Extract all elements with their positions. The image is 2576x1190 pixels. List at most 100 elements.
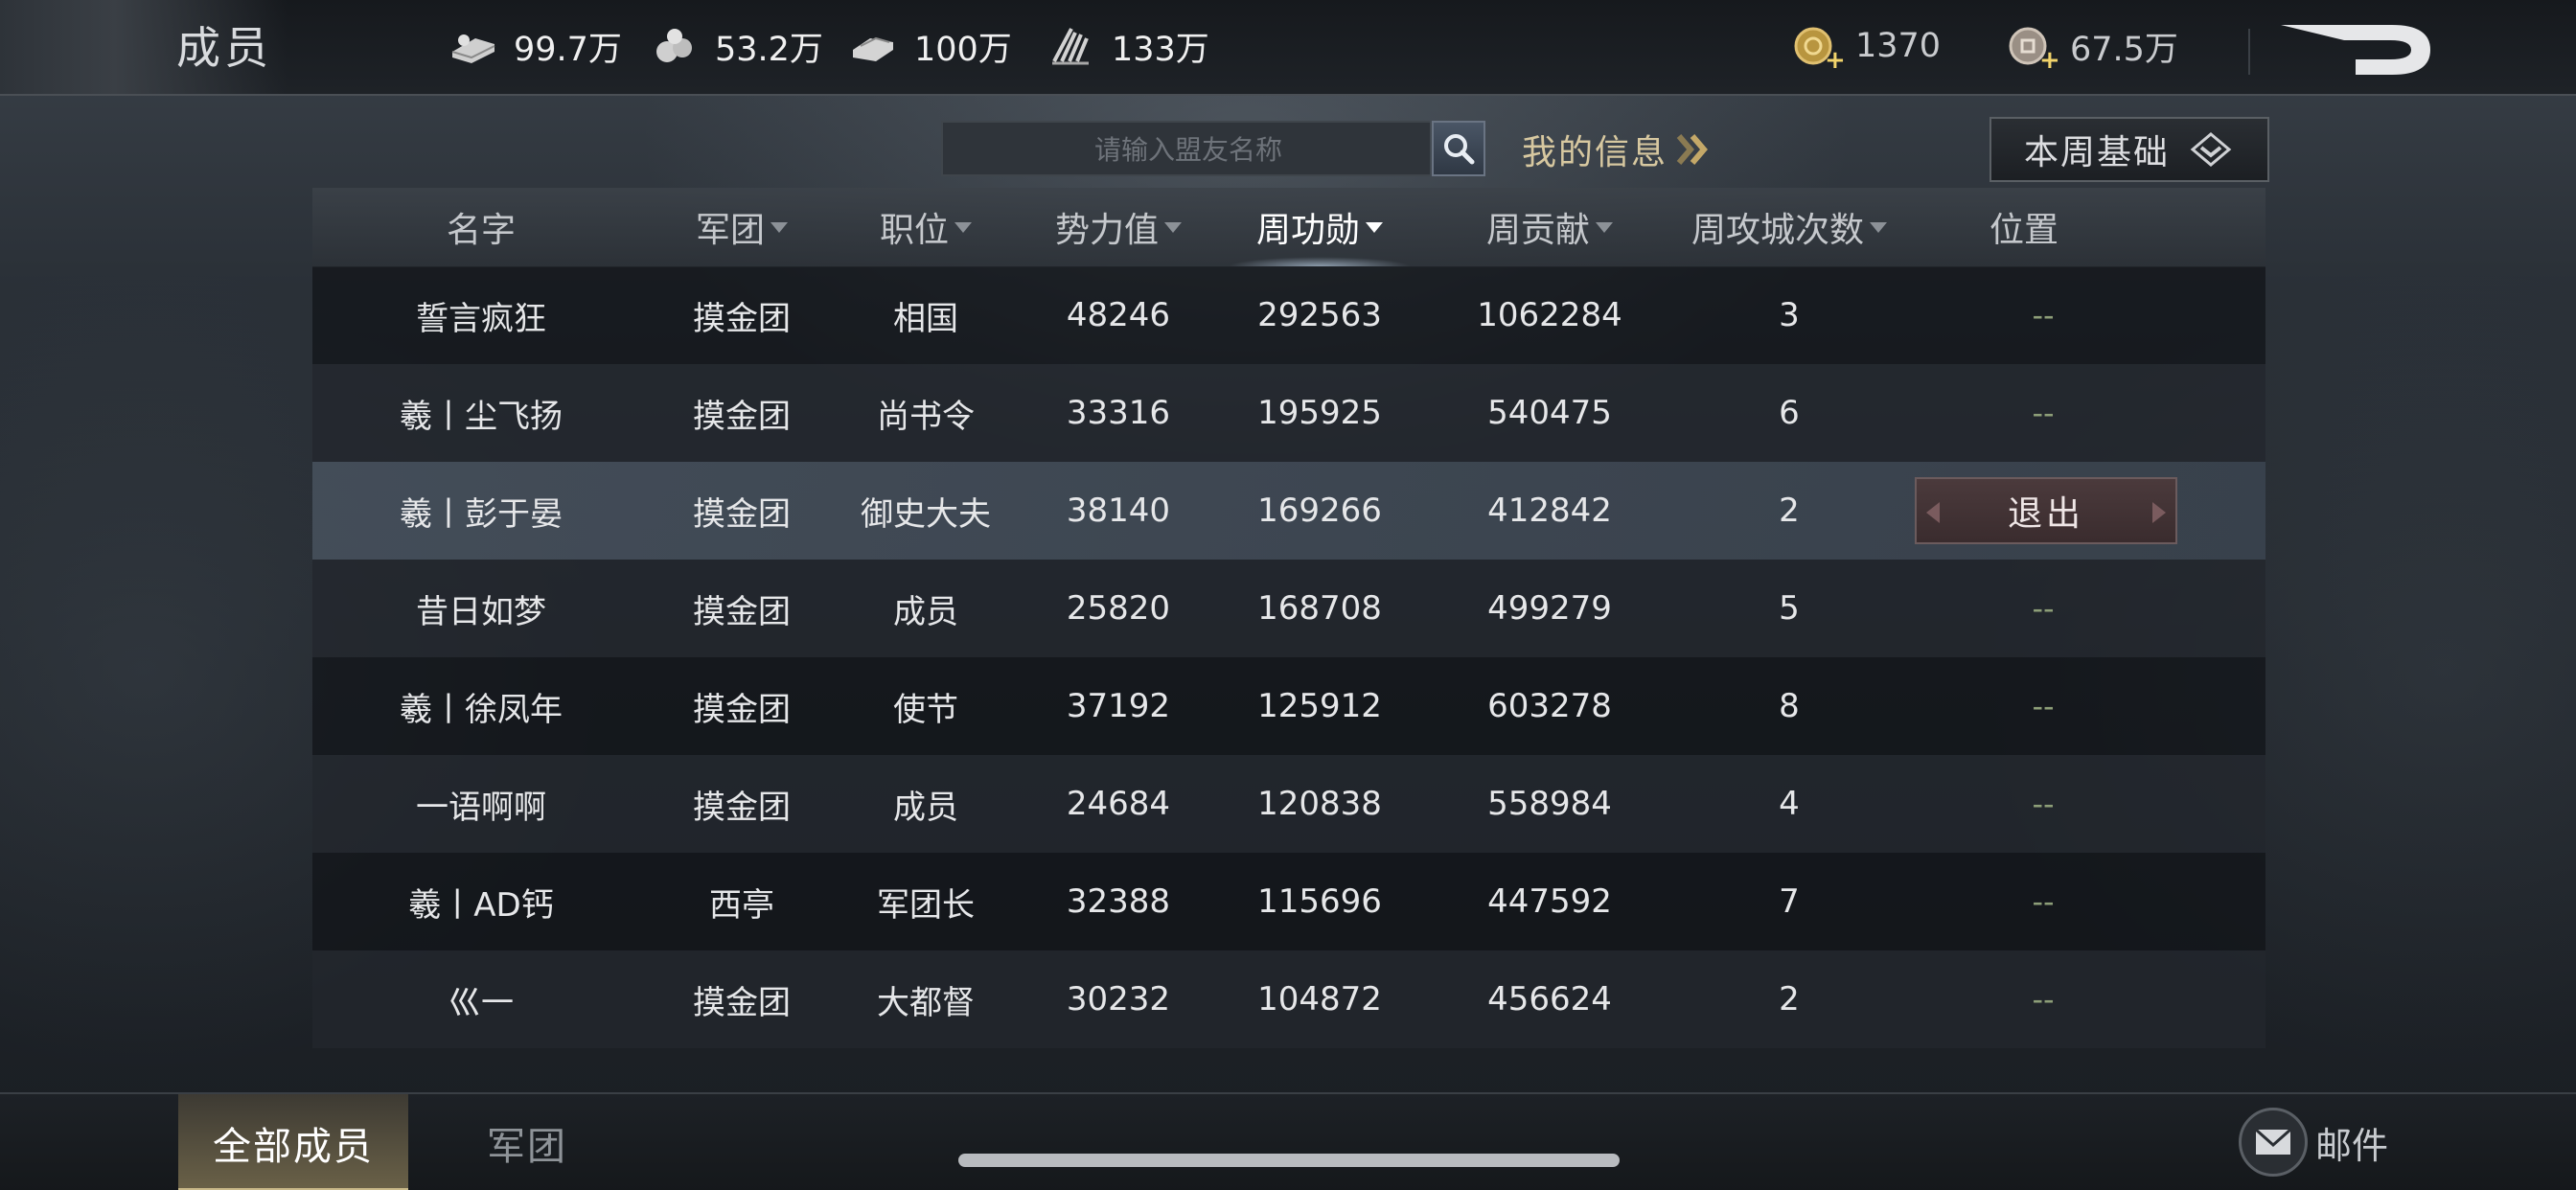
search-button[interactable] bbox=[1432, 121, 1485, 176]
cell-name: 巛一 bbox=[448, 983, 514, 1022]
plus-icon: + bbox=[2039, 46, 2060, 75]
back-button[interactable] bbox=[2277, 19, 2440, 80]
week-filter-dropdown[interactable]: 本周基础 bbox=[1990, 117, 2269, 182]
cell-position: -- bbox=[2032, 688, 2055, 724]
resource-iron[interactable]: 100万 bbox=[847, 17, 1012, 75]
column-power-sort[interactable]: 势力值 bbox=[1018, 188, 1219, 266]
home-indicator[interactable] bbox=[958, 1154, 1620, 1167]
grain-icon bbox=[1045, 19, 1098, 73]
cell-contribution: 447592 bbox=[1487, 882, 1612, 921]
divider bbox=[2248, 29, 2250, 75]
cell-power: 33316 bbox=[1066, 394, 1171, 432]
cell-sieges: 6 bbox=[1779, 394, 1800, 432]
exit-button[interactable]: 退出 bbox=[1915, 477, 2177, 544]
cell-merit: 120838 bbox=[1257, 785, 1382, 823]
cell-name: 羲丨AD钙 bbox=[408, 885, 554, 925]
cell-name: 誓言疯狂 bbox=[416, 299, 546, 338]
tab-legion[interactable]: 军团 bbox=[412, 1094, 642, 1190]
table-header: 名字 军团 职位 势力值 周功勋 周贡献 周攻城次数 位置 bbox=[312, 188, 2266, 267]
cell-sieges: 7 bbox=[1779, 882, 1800, 921]
cell-rank: 成员 bbox=[893, 788, 958, 827]
cell-position: -- bbox=[2032, 590, 2055, 627]
cell-sieges: 2 bbox=[1779, 492, 1800, 530]
column-name: 名字 bbox=[446, 211, 516, 250]
resource-grain[interactable]: 133万 bbox=[1045, 17, 1209, 75]
column-rank-sort[interactable]: 职位 bbox=[834, 188, 1018, 266]
top-bar: 成员 99.7万 53.2万 100万 133万 + 1370 + 67.5万 bbox=[0, 0, 2576, 96]
my-info-link[interactable]: 我的信息 bbox=[1522, 123, 1717, 176]
currency-gold[interactable]: + 1370 bbox=[1788, 17, 1941, 75]
cell-legion: 摸金团 bbox=[693, 592, 791, 631]
search-input[interactable] bbox=[943, 123, 1434, 176]
cell-contribution: 1062284 bbox=[1477, 296, 1622, 334]
cell-power: 24684 bbox=[1066, 785, 1171, 823]
search-icon bbox=[1444, 134, 1475, 165]
sort-arrow-icon bbox=[1164, 221, 1182, 233]
gold-coin-icon: + bbox=[1788, 19, 1846, 73]
table-row[interactable]: 羲丨尘飞扬 摸金团 尚书令 33316 195925 540475 6 -- bbox=[312, 364, 2266, 462]
table-row[interactable]: 巛一 摸金团 大都督 30232 104872 456624 2 -- bbox=[312, 950, 2266, 1048]
cell-name: 羲丨尘飞扬 bbox=[400, 397, 563, 436]
sort-arrow-icon bbox=[1366, 221, 1383, 233]
cell-power: 48246 bbox=[1066, 296, 1171, 334]
resource-wood[interactable]: 99.7万 bbox=[447, 17, 622, 75]
table-row[interactable]: 羲丨AD钙 西亭 军团长 32388 115696 447592 7 -- bbox=[312, 853, 2266, 950]
cell-power: 25820 bbox=[1066, 589, 1171, 628]
cell-name: 羲丨徐凤年 bbox=[400, 690, 563, 729]
cell-legion: 摸金团 bbox=[693, 494, 791, 534]
plus-icon: + bbox=[1825, 46, 1846, 75]
resource-iron-value: 100万 bbox=[914, 30, 1012, 69]
resource-stone[interactable]: 53.2万 bbox=[648, 17, 823, 75]
cell-sieges: 4 bbox=[1779, 785, 1800, 823]
search-field[interactable] bbox=[941, 121, 1434, 176]
table-row[interactable]: 昔日如梦 摸金团 成员 25820 168708 499279 5 -- bbox=[312, 560, 2266, 657]
cell-sieges: 8 bbox=[1779, 687, 1800, 725]
cell-power: 38140 bbox=[1066, 492, 1171, 530]
cell-merit: 104872 bbox=[1257, 980, 1382, 1018]
wood-icon bbox=[447, 19, 500, 73]
column-weekly-contribution-sort[interactable]: 周贡献 bbox=[1420, 188, 1679, 266]
cell-contribution: 456624 bbox=[1487, 980, 1612, 1018]
column-weekly-sieges-sort[interactable]: 周攻城次数 bbox=[1679, 188, 1899, 266]
table-row[interactable]: 羲丨彭于晏 摸金团 御史大夫 38140 169266 412842 2 退出 bbox=[312, 462, 2266, 560]
cell-position: -- bbox=[2032, 297, 2055, 333]
members-screen: 成员 99.7万 53.2万 100万 133万 + 1370 + 67.5万 … bbox=[0, 0, 2576, 1190]
column-weekly-merit-sort[interactable]: 周功勋 bbox=[1219, 188, 1420, 266]
cell-power: 30232 bbox=[1066, 980, 1171, 1018]
cell-position: -- bbox=[2032, 883, 2055, 920]
cell-contribution: 412842 bbox=[1487, 492, 1612, 530]
mail-button[interactable]: 邮件 bbox=[2239, 1108, 2388, 1177]
currency-copper[interactable]: + 67.5万 bbox=[2003, 17, 2178, 75]
week-filter-label: 本周基础 bbox=[2023, 133, 2170, 172]
cell-contribution: 540475 bbox=[1487, 394, 1612, 432]
page-title: 成员 bbox=[176, 22, 272, 74]
copper-coin-icon: + bbox=[2003, 19, 2060, 75]
resource-wood-value: 99.7万 bbox=[514, 30, 622, 69]
mail-label: 邮件 bbox=[2315, 1124, 2389, 1167]
table-row[interactable]: 一语啊啊 摸金团 成员 24684 120838 558984 4 -- bbox=[312, 755, 2266, 853]
table-row[interactable]: 羲丨徐凤年 摸金团 使节 37192 125912 603278 8 -- bbox=[312, 657, 2266, 755]
cell-power: 32388 bbox=[1066, 882, 1171, 921]
table-row[interactable]: 誓言疯狂 摸金团 相国 48246 292563 1062284 3 -- bbox=[312, 266, 2266, 364]
sort-arrow-icon bbox=[954, 221, 972, 233]
cell-legion: 摸金团 bbox=[693, 983, 791, 1022]
cell-merit: 168708 bbox=[1257, 589, 1382, 628]
double-chevron-right-icon bbox=[1676, 134, 1708, 165]
members-table: 名字 军团 职位 势力值 周功勋 周贡献 周攻城次数 位置 誓言疯狂 摸金团 相国 4… bbox=[312, 188, 2266, 1065]
cell-position: -- bbox=[2032, 395, 2055, 431]
cell-legion: 摸金团 bbox=[693, 299, 791, 338]
cell-contribution: 558984 bbox=[1487, 785, 1612, 823]
cell-position: -- bbox=[2032, 786, 2055, 822]
column-legion-sort[interactable]: 军团 bbox=[650, 188, 834, 266]
resource-stone-value: 53.2万 bbox=[715, 30, 823, 69]
cell-legion: 西亭 bbox=[709, 885, 774, 925]
diamond-chevron-icon bbox=[2190, 132, 2232, 167]
cell-name: 昔日如梦 bbox=[416, 592, 546, 631]
cell-rank: 大都督 bbox=[877, 983, 975, 1022]
bottom-bar: 全部成员 军团 邮件 bbox=[0, 1092, 2576, 1190]
cell-rank: 使节 bbox=[893, 690, 958, 729]
cell-merit: 292563 bbox=[1257, 296, 1382, 334]
tab-all-members[interactable]: 全部成员 bbox=[178, 1094, 408, 1190]
currency-copper-value: 67.5万 bbox=[2070, 30, 2178, 69]
cell-rank: 成员 bbox=[893, 592, 958, 631]
